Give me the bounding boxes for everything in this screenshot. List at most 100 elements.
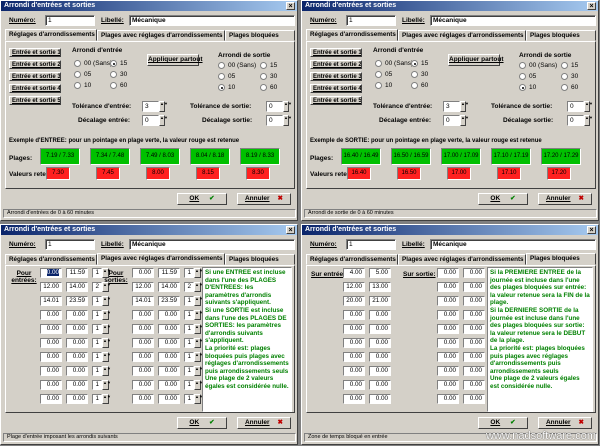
tab-plages-reglages[interactable]: Plages avec réglages d'arrondissements [398,30,526,41]
range-rule-arrows[interactable]: ▲▼ [102,268,111,278]
range-start-cell[interactable]: 0.00 [132,310,154,320]
range-rule-cell[interactable]: 1 [92,394,102,404]
range-rule-cell[interactable]: 1 [184,296,194,306]
range-start-cell[interactable]: 0.00 [132,366,154,376]
side-button-1[interactable]: Entrée et sortie 1 [9,48,61,57]
range-end-cell[interactable]: 0.00 [158,394,180,404]
block-start-cell[interactable]: 0.00 [437,310,459,320]
range-end-cell[interactable]: 0.00 [66,380,88,390]
tolerance-sortie-arrows[interactable]: ▲▼ [584,101,593,112]
tab-reglages[interactable]: Réglages d'arrondissements [5,29,97,41]
block-start-cell[interactable]: 4.00 [343,268,365,278]
tolerance-entree-spin[interactable]: 3 [443,101,460,112]
radio-sortie-4[interactable] [218,84,225,91]
tolerance-entree-arrows[interactable]: ▲▼ [159,101,168,112]
decalage-entree-arrows[interactable]: ▲▼ [159,115,168,126]
tab-plages-bloquees[interactable]: Plages bloquées [526,253,596,265]
radio-sortie-1[interactable] [561,62,568,69]
radio-entree-1[interactable] [411,60,418,67]
side-button-2[interactable]: Entrée et sortie 2 [9,60,61,69]
range-rule-arrows[interactable]: ▲▼ [194,296,203,306]
range-rule-arrows[interactable]: ▲▼ [102,296,111,306]
annuler-button[interactable]: Annuler ✖ [538,417,592,429]
range-rule-arrows[interactable]: ▲▼ [194,380,203,390]
tolerance-entree-spin[interactable]: 3 [142,101,159,112]
block-end-cell[interactable]: 0.00 [369,352,391,362]
side-button-2[interactable]: Entrée et sortie 2 [310,60,362,69]
block-start-cell[interactable]: 0.00 [343,352,365,362]
annuler-button[interactable]: Annuler ✖ [237,193,291,205]
radio-sortie-1[interactable] [260,62,267,69]
range-rule-arrows[interactable]: ▲▼ [194,282,203,292]
range-end-cell[interactable]: 23.59 [158,296,180,306]
block-end-cell[interactable]: 0.00 [463,324,485,334]
numero-field[interactable]: 1 [346,15,396,26]
range-rule-arrows[interactable]: ▲▼ [102,324,111,334]
range-rule-arrows[interactable]: ▲▼ [102,310,111,320]
range-rule-arrows[interactable]: ▲▼ [194,268,203,278]
range-rule-cell[interactable]: 1 [184,324,194,334]
decalage-sortie-arrows[interactable]: ▲▼ [283,115,292,126]
close-button[interactable]: × [286,2,295,10]
close-button[interactable]: × [587,226,596,234]
numero-field[interactable]: 1 [346,239,396,250]
range-rule-cell[interactable]: 1 [92,352,102,362]
range-rule-cell[interactable]: 1 [92,268,102,278]
range-start-cell[interactable]: 0.00 [132,380,154,390]
radio-entree-5[interactable] [411,82,418,89]
range-rule-cell[interactable]: 1 [184,366,194,376]
range-rule-arrows[interactable]: ▲▼ [102,282,111,292]
radio-entree-2[interactable] [375,71,382,78]
range-start-cell[interactable]: 14.01 [40,296,62,306]
numero-field[interactable]: 1 [45,15,95,26]
tab-plages-bloquees[interactable]: Plages bloquées [225,254,295,265]
libelle-field[interactable]: Mécanique [129,239,295,250]
range-end-cell[interactable]: 0.00 [66,310,88,320]
radio-sortie-2[interactable] [218,73,225,80]
ok-button[interactable]: OK ✔ [177,417,227,429]
tolerance-sortie-spin[interactable]: 0 [567,101,584,112]
radio-sortie-4[interactable] [519,84,526,91]
ok-button[interactable]: OK ✔ [478,417,528,429]
radio-entree-5[interactable] [110,82,117,89]
side-button-3[interactable]: Entrée et sortie 3 [9,72,61,81]
radio-sortie-0[interactable] [218,62,225,69]
range-rule-cell[interactable]: 1 [184,394,194,404]
range-start-cell[interactable]: 12.00 [40,282,62,292]
range-rule-arrows[interactable]: ▲▼ [194,324,203,334]
range-start-cell[interactable]: 0.00 [132,324,154,334]
block-start-cell[interactable]: 0.00 [437,394,459,404]
block-start-cell[interactable]: 0.00 [437,282,459,292]
range-start-cell[interactable]: 0.00 [40,310,62,320]
range-rule-cell[interactable]: 1 [184,268,194,278]
range-end-cell[interactable]: 0.00 [66,352,88,362]
block-start-cell[interactable]: 12.00 [343,282,365,292]
appliquer-partout-button[interactable]: Appliquer partout [147,54,203,66]
block-start-cell[interactable]: 0.00 [343,310,365,320]
side-button-5[interactable]: Entrée et sortie 5 [310,96,362,105]
tab-plages-reglages[interactable]: Plages avec réglages d'arrondissements [97,30,225,41]
radio-entree-4[interactable] [375,82,382,89]
range-rule-cell[interactable]: 1 [184,352,194,362]
radio-entree-1[interactable] [110,60,117,67]
range-end-cell[interactable]: 0.00 [158,338,180,348]
tolerance-entree-arrows[interactable]: ▲▼ [460,101,469,112]
block-start-cell[interactable]: 0.00 [437,380,459,390]
range-rule-arrows[interactable]: ▲▼ [102,352,111,362]
block-end-cell[interactable]: 0.00 [369,310,391,320]
block-end-cell[interactable]: 0.00 [369,324,391,334]
block-end-cell[interactable]: 0.00 [369,394,391,404]
block-end-cell[interactable]: 21.00 [369,296,391,306]
tab-plages-reglages[interactable]: Plages avec réglages d'arrondissements [97,253,225,265]
range-start-cell[interactable]: 12.00 [132,282,154,292]
side-button-4[interactable]: Entrée et sortie 4 [310,84,362,93]
block-start-cell[interactable]: 0.00 [343,394,365,404]
close-button[interactable]: × [587,2,596,10]
range-rule-cell[interactable]: 1 [92,338,102,348]
block-end-cell[interactable]: 0.00 [369,380,391,390]
tab-plages-reglages[interactable]: Plages avec réglages d'arrondissements [398,254,526,265]
range-end-cell[interactable]: 0.00 [66,394,88,404]
tab-reglages[interactable]: Réglages d'arrondissements [306,254,398,265]
range-start-cell[interactable]: 0.00 [40,324,62,334]
range-rule-cell[interactable]: 2 [92,282,102,292]
